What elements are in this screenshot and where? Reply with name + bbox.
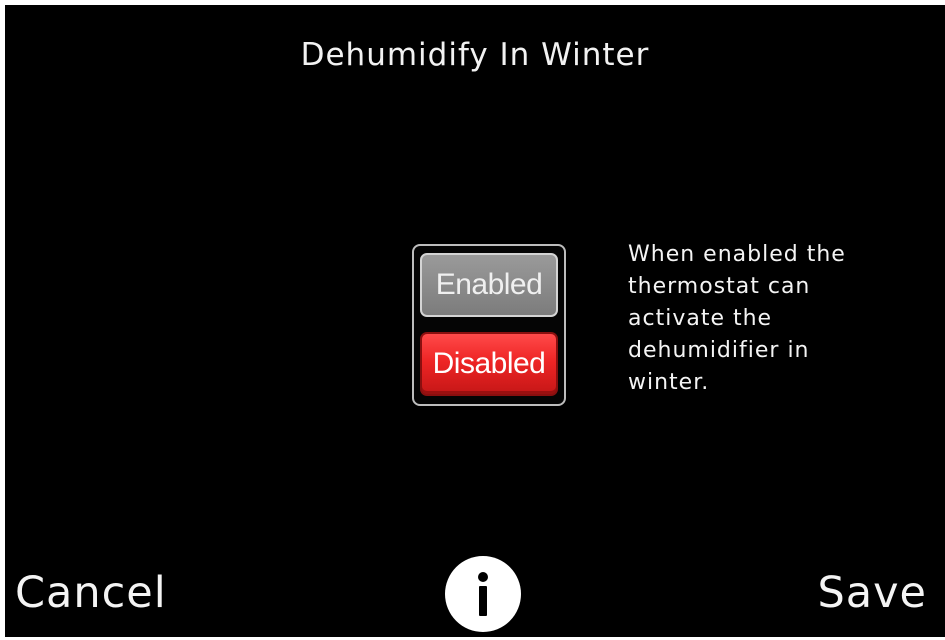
disabled-option-button[interactable]: Disabled bbox=[420, 332, 558, 396]
cancel-button[interactable]: Cancel bbox=[15, 568, 167, 618]
save-button[interactable]: Save bbox=[817, 568, 927, 618]
page-title: Dehumidify In Winter bbox=[300, 37, 650, 73]
info-icon bbox=[478, 572, 488, 616]
setting-description: When enabled the thermostat can activate… bbox=[628, 242, 846, 395]
info-button[interactable] bbox=[445, 556, 521, 632]
thermostat-screen: Dehumidify In Winter Enabled Disabled Wh… bbox=[5, 5, 945, 637]
enable-disable-toggle: Enabled Disabled bbox=[412, 244, 566, 406]
enabled-option-button[interactable]: Enabled bbox=[420, 253, 558, 317]
